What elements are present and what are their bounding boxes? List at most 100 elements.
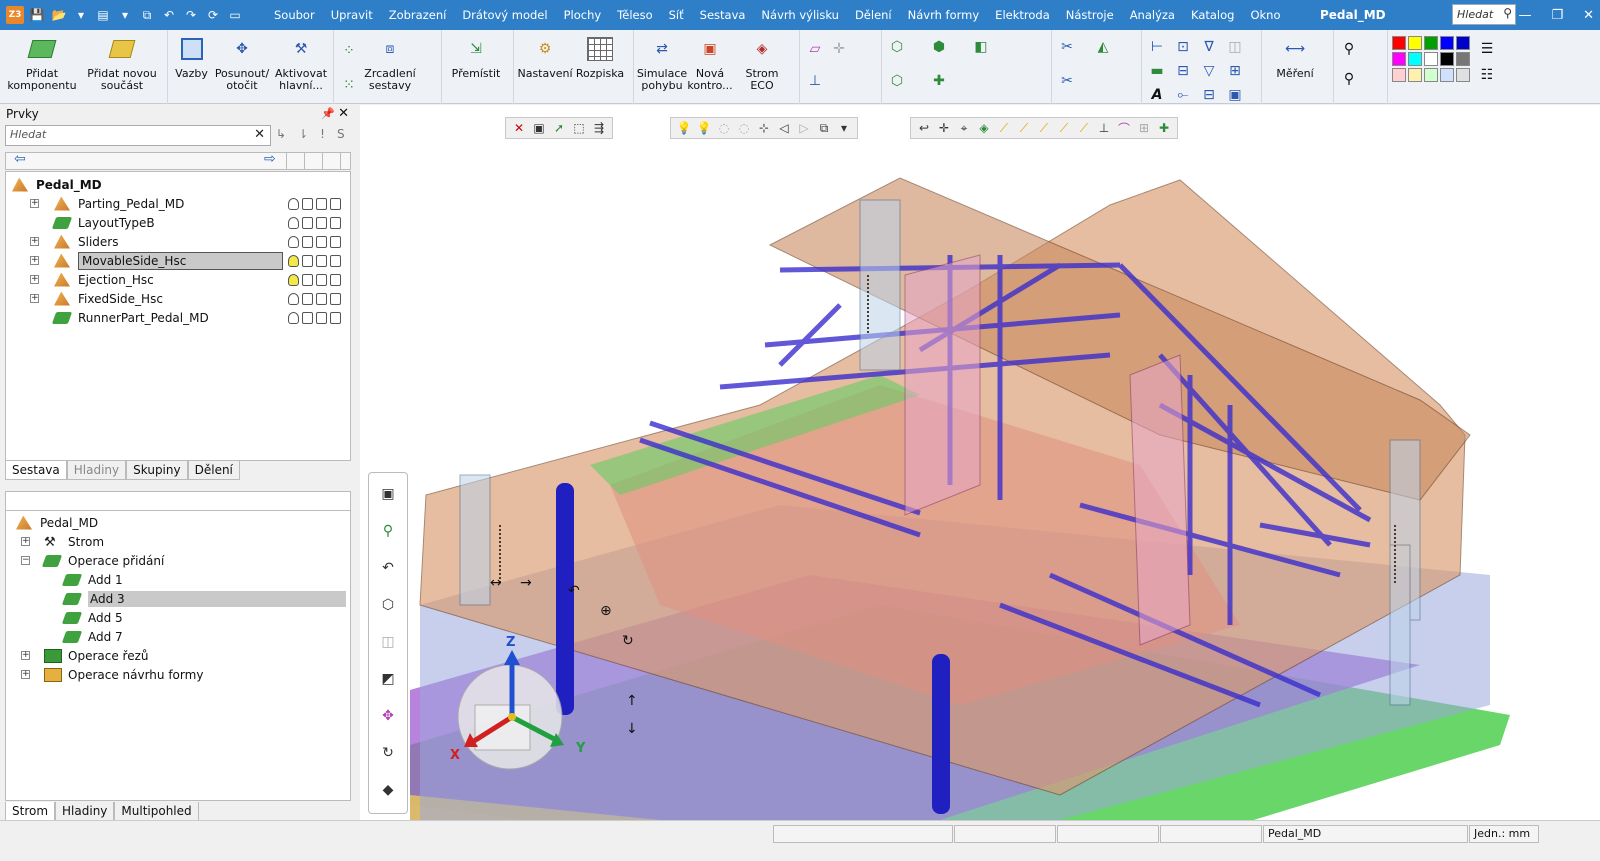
- expand-icon[interactable]: +: [21, 651, 30, 660]
- symbol-icon[interactable]: ▽: [1198, 60, 1220, 82]
- menu-item[interactable]: Nástroje: [1058, 8, 1122, 22]
- color-swatch[interactable]: [1408, 52, 1422, 66]
- menu-item[interactable]: Katalog: [1183, 8, 1242, 22]
- view-options-icon[interactable]: ▾: [835, 119, 853, 137]
- pick-icon[interactable]: ➚: [550, 119, 568, 137]
- snap-perp-icon[interactable]: ⊥: [1095, 119, 1113, 137]
- color-swatch[interactable]: [1424, 36, 1438, 50]
- pattern-icon[interactable]: ⁘: [338, 40, 360, 62]
- render-icon[interactable]: ◩: [377, 668, 399, 690]
- box-icon[interactable]: ⬡: [886, 36, 908, 58]
- menu-item[interactable]: Dělení: [847, 8, 900, 22]
- expand-icon[interactable]: +: [30, 199, 39, 208]
- heal-icon[interactable]: ✂: [1056, 70, 1078, 92]
- color-swatch[interactable]: [1440, 68, 1454, 82]
- color-swatch[interactable]: [1408, 36, 1422, 50]
- history-item[interactable]: − Operace přidání: [6, 551, 350, 570]
- menu-item[interactable]: Návrh formy: [900, 8, 988, 22]
- shade-icon[interactable]: ◆: [377, 779, 399, 801]
- extrude-icon[interactable]: ⬢: [928, 36, 950, 58]
- visibility-toggles[interactable]: [288, 273, 341, 286]
- section-icon[interactable]: ◫: [377, 631, 399, 653]
- visibility-toggles[interactable]: [288, 216, 341, 229]
- window-icon[interactable]: ▭: [226, 6, 244, 24]
- add-new-part-button[interactable]: Přidat novou součást: [82, 34, 162, 92]
- tree-root[interactable]: Pedal_MD: [12, 175, 102, 194]
- close-panel-icon[interactable]: ✕: [338, 106, 349, 121]
- tree-item[interactable]: + FixedSide_Hsc: [6, 289, 350, 308]
- color-swatch[interactable]: [1424, 52, 1438, 66]
- clear-search-icon[interactable]: ✕: [254, 127, 265, 142]
- color-swatch[interactable]: [1456, 36, 1470, 50]
- show-all-icon[interactable]: 💡: [695, 119, 713, 137]
- visibility-toggles[interactable]: [288, 254, 341, 267]
- forward-arrow-icon[interactable]: ⇨: [264, 151, 276, 167]
- color-swatch[interactable]: [1392, 52, 1406, 66]
- previous-view-icon[interactable]: ◁: [775, 119, 793, 137]
- redo-icon[interactable]: ↷: [182, 6, 200, 24]
- expand-icon[interactable]: +: [30, 294, 39, 303]
- tree-item-selected[interactable]: + MovableSide_Hsc: [6, 251, 350, 270]
- history-item[interactable]: Add 5: [6, 608, 350, 627]
- restore-icon[interactable]: ❐: [1551, 8, 1563, 23]
- tree-item[interactable]: + Parting_Pedal_MD: [6, 194, 350, 213]
- tree-item[interactable]: + Sliders: [6, 232, 350, 251]
- snap-center-icon[interactable]: ⟋: [1055, 119, 1073, 137]
- tolerance-icon[interactable]: ∇: [1198, 36, 1220, 58]
- menu-item[interactable]: Analýza: [1122, 8, 1183, 22]
- zoom-fit-icon[interactable]: ⚲: [377, 520, 399, 542]
- hole-table-icon[interactable]: ⊟: [1198, 84, 1220, 106]
- constraints-button[interactable]: Vazby: [172, 34, 211, 80]
- color-swatch[interactable]: [1440, 36, 1454, 50]
- menu-item[interactable]: Síť: [661, 8, 692, 22]
- tree-item[interactable]: + Ejection_Hsc: [6, 270, 350, 289]
- datum-icon[interactable]: ✛: [828, 38, 850, 60]
- line-icon[interactable]: ▬: [1146, 60, 1168, 82]
- minimize-icon[interactable]: —: [1518, 8, 1531, 23]
- layer-display-icon[interactable]: ⊹: [755, 119, 773, 137]
- save-icon[interactable]: 💾: [28, 6, 46, 24]
- snap-end-icon[interactable]: ⟋: [1015, 119, 1033, 137]
- note-icon[interactable]: ⊟: [1172, 60, 1194, 82]
- pin-icon[interactable]: 📌: [321, 107, 335, 120]
- add-component-button[interactable]: Přidat komponentu: [4, 34, 80, 92]
- search-icon[interactable]: ⚲: [1503, 6, 1512, 20]
- history-item[interactable]: Add 7: [6, 627, 350, 646]
- select-options-icon[interactable]: ⇶: [590, 119, 608, 137]
- filter-button[interactable]: S: [337, 127, 345, 141]
- tab-groups[interactable]: Skupiny: [126, 461, 188, 480]
- isolate-icon[interactable]: ◌: [735, 119, 753, 137]
- filter-button[interactable]: !: [320, 127, 325, 141]
- view-icon[interactable]: ▣: [1224, 84, 1246, 106]
- filter-button[interactable]: ⇂: [298, 127, 308, 141]
- table-icon[interactable]: ⊞: [1224, 60, 1246, 82]
- dimension-icon[interactable]: ⊢: [1146, 36, 1168, 58]
- snap-options-icon[interactable]: ✚: [1155, 119, 1173, 137]
- history-item-selected[interactable]: Add 3: [6, 589, 350, 608]
- deselect-icon[interactable]: ✕: [510, 119, 528, 137]
- back-arrow-icon[interactable]: ⇦: [14, 151, 26, 167]
- new-icon[interactable]: ▾: [72, 6, 90, 24]
- light-bulb-icon[interactable]: 💡: [675, 119, 693, 137]
- menu-item[interactable]: Plochy: [556, 8, 610, 22]
- history-root[interactable]: Pedal_MD: [16, 513, 98, 532]
- visibility-toggles[interactable]: [288, 292, 341, 305]
- line-style-icon[interactable]: ☷: [1476, 64, 1498, 86]
- pick-filter-icon[interactable]: ▣: [530, 119, 548, 137]
- menu-item[interactable]: Návrh výlisku: [753, 8, 847, 22]
- snap-icon[interactable]: ⌖: [955, 119, 973, 137]
- pan-icon[interactable]: ✥: [377, 705, 399, 727]
- settings-icon[interactable]: ▾: [116, 6, 134, 24]
- history-item[interactable]: Add 1: [6, 570, 350, 589]
- datum-ref-icon[interactable]: ⊡: [1172, 36, 1194, 58]
- shell-icon[interactable]: ⬡: [886, 70, 908, 92]
- close-icon[interactable]: ✕: [1583, 8, 1594, 23]
- bom-button[interactable]: Rozpiska: [574, 34, 626, 80]
- measure-button[interactable]: ⟷ Měření: [1266, 34, 1324, 80]
- cube-icon[interactable]: ⬡: [377, 594, 399, 616]
- axis-icon[interactable]: ⊥: [804, 70, 826, 92]
- collapse-icon[interactable]: −: [21, 556, 30, 565]
- window-select-icon[interactable]: ⬚: [570, 119, 588, 137]
- cube-view-icon[interactable]: ⧉: [815, 119, 833, 137]
- next-view-icon[interactable]: ▷: [795, 119, 813, 137]
